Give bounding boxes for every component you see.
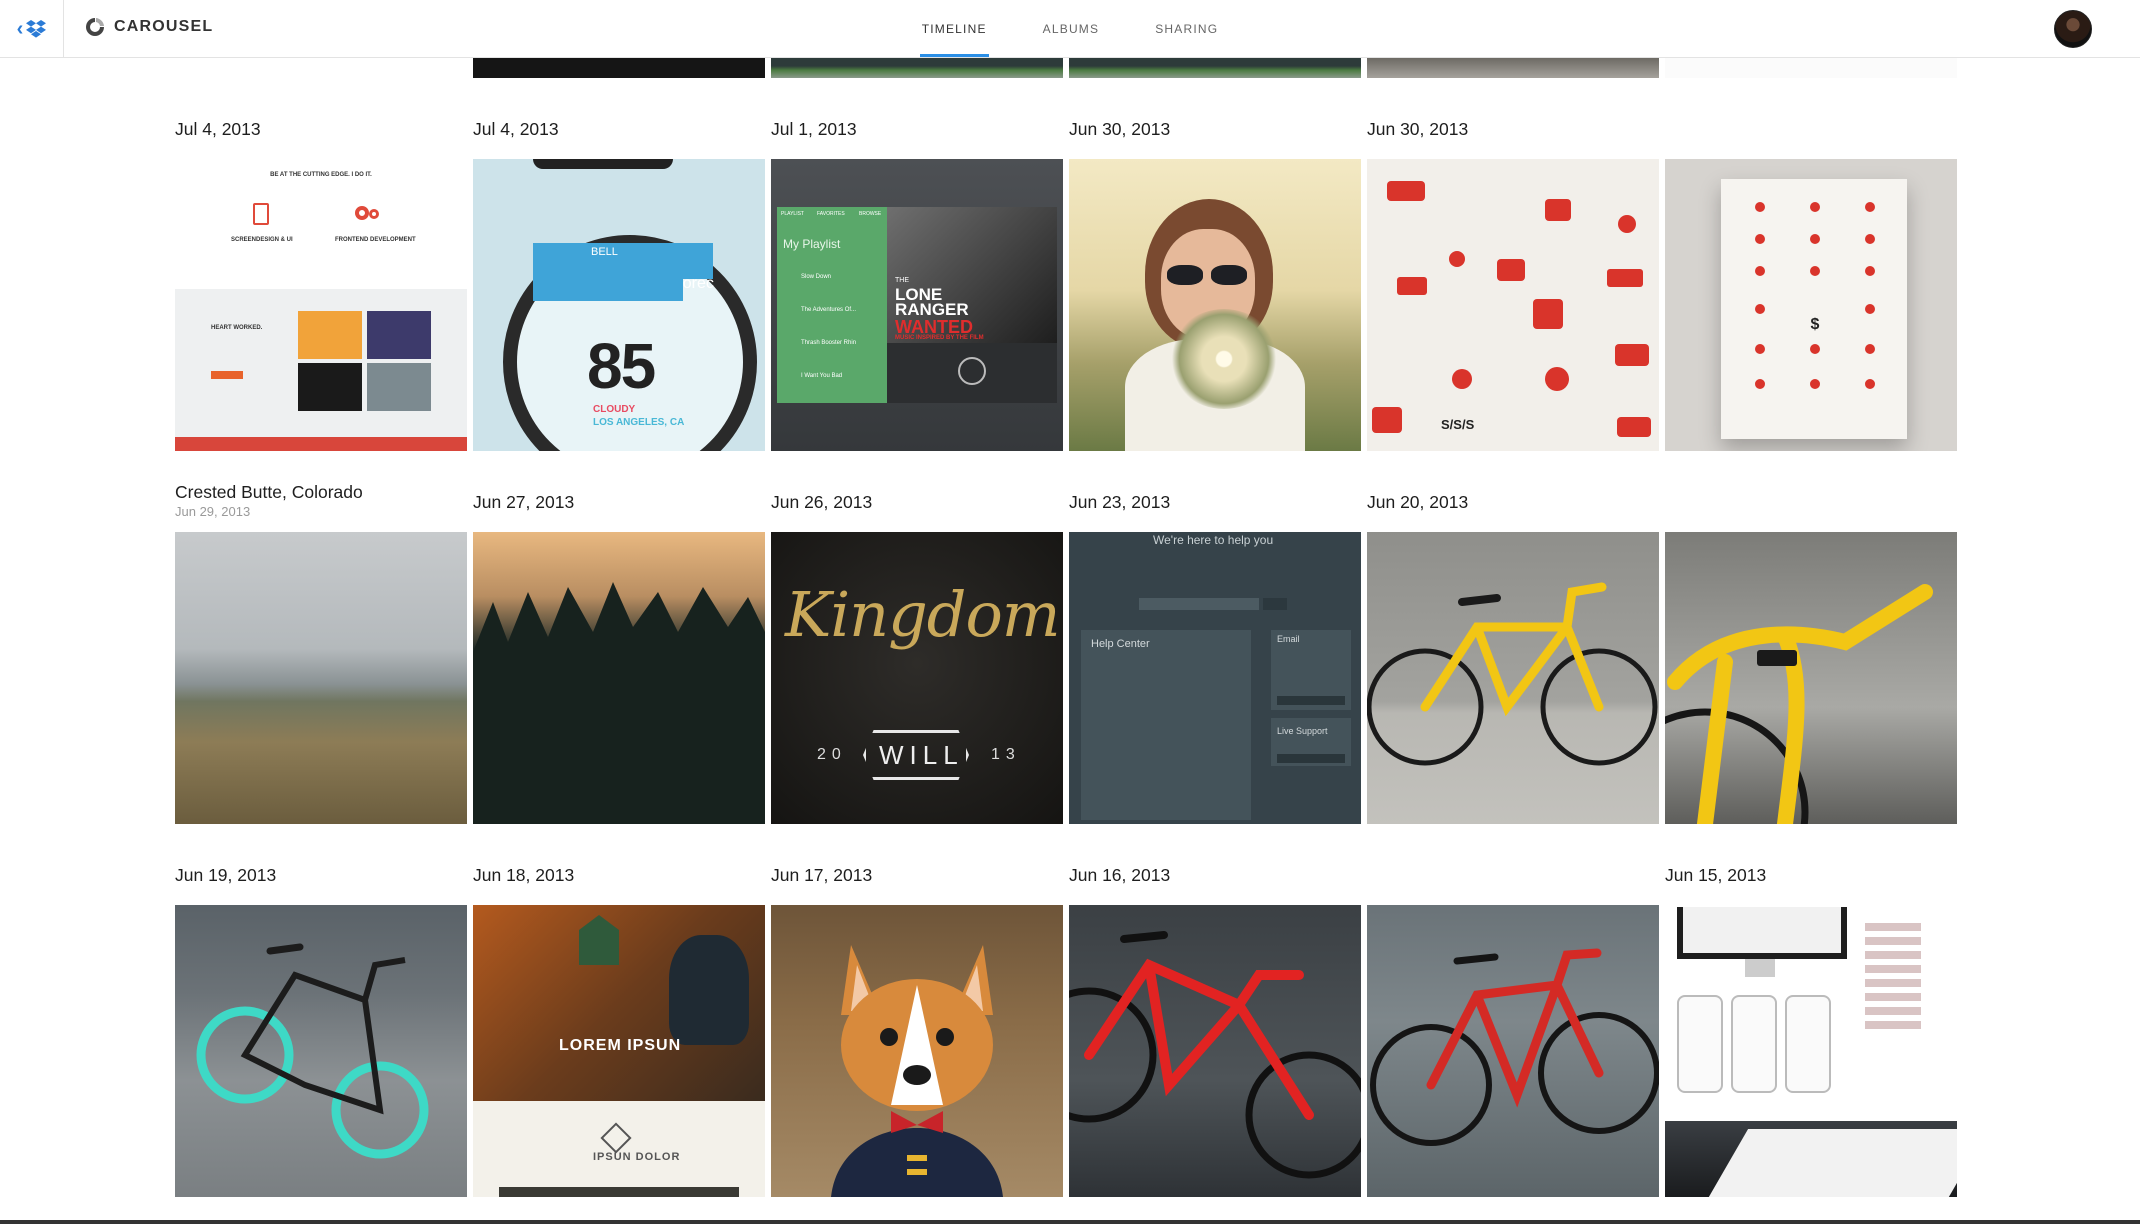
tab-sharing[interactable]: SHARING <box>1153 0 1220 57</box>
photo-partial[interactable] <box>1367 58 1659 78</box>
photo-help-center-ui[interactable]: We're here to help you Help Center Email… <box>1069 532 1361 824</box>
photo-corgi[interactable] <box>771 905 1063 1197</box>
photo-partial[interactable] <box>1665 58 1957 78</box>
photo-text: 13 <box>991 746 1021 763</box>
photo-kingdom-lettering[interactable]: Kingdom WILL 20 13 <box>771 532 1063 824</box>
corgi-graphic <box>831 945 1003 1197</box>
photo-text: Email <box>1277 634 1300 644</box>
tab-timeline-label: TIMELINE <box>921 21 987 36</box>
photo-text: BELL <box>591 246 618 258</box>
red-bike-graphic <box>1069 931 1361 1179</box>
photo-partial[interactable] <box>1069 58 1361 78</box>
photo-text: SCREENDESIGN & UI <box>231 237 293 243</box>
photo-partial[interactable] <box>473 58 765 78</box>
photo-text: The Adventures Of... <box>801 307 857 313</box>
red-bike-parked-graphic <box>1370 948 1659 1146</box>
back-to-dropbox-button[interactable]: ‹ <box>0 0 64 57</box>
tab-sharing-label: SHARING <box>1155 21 1219 36</box>
carousel-logo-icon <box>86 18 104 36</box>
chevron-left-icon: ‹ <box>16 17 24 40</box>
photo-yellow-bike[interactable] <box>1367 532 1659 824</box>
photo-text: My Playlist <box>783 237 841 251</box>
photo-lorem-ipsun-site[interactable]: LOREM IPSUN IPSUN DOLOR <box>473 905 765 1197</box>
carousel-brand[interactable]: CAROUSEL <box>84 16 213 38</box>
photo-text: I Want You Bad <box>801 373 843 379</box>
photo-text: HEART WORKED. <box>211 325 263 331</box>
bottom-border <box>0 1220 2140 1224</box>
photo-partial[interactable] <box>771 58 1063 78</box>
photo-red-bike[interactable] <box>1069 905 1361 1197</box>
group-date: Jun 15, 2013 <box>1665 865 1767 885</box>
top-bar: ‹ CAROUSEL TIMELINE ALBUMS SHARING <box>0 0 2140 58</box>
photo-text: BE AT THE CUTTING EDGE. I DO IT. <box>270 172 372 178</box>
photo-logo-poster[interactable]: $ <box>1665 159 1957 451</box>
group-date: Jun 18, 2013 <box>473 865 575 885</box>
tab-timeline[interactable]: TIMELINE <box>919 0 989 57</box>
photo-text: Thrash Booster Rhin <box>801 340 857 346</box>
photo-text: THE <box>895 277 909 284</box>
photo-website-mockup[interactable]: BE AT THE CUTTING EDGE. I DO IT. SCREEND… <box>175 159 467 451</box>
photo-girl-sunglasses[interactable] <box>1069 159 1361 451</box>
group-date: Jun 17, 2013 <box>771 865 873 885</box>
group-date: Jun 19, 2013 <box>175 865 277 885</box>
bike-detail-graphic <box>1665 584 1933 824</box>
photo-text: S/S/S <box>1441 417 1475 432</box>
group-date: Jun 30, 2013 <box>1069 119 1171 139</box>
photo-text: 85 <box>587 330 656 402</box>
group-date: Jun 26, 2013 <box>771 492 873 512</box>
photo-text: Kingdom <box>785 578 1061 651</box>
photo-text: 20 <box>817 746 847 763</box>
group-date: Jun 23, 2013 <box>1069 492 1171 512</box>
group-date: Jun 20, 2013 <box>1367 492 1469 512</box>
logo-sheet-graphic <box>1372 181 1651 437</box>
group-place: Crested Butte, Colorado <box>175 482 363 502</box>
photo-text: We're here to help you <box>1153 533 1274 547</box>
user-avatar[interactable] <box>2054 10 2092 48</box>
tab-albums[interactable]: ALBUMS <box>1041 0 1102 57</box>
group-date: Jul 4, 2013 <box>473 119 559 139</box>
photo-text: Help Center <box>1091 638 1150 650</box>
group-date: Jul 4, 2013 <box>175 119 261 139</box>
photo-music-player[interactable]: PLAYLIST FAVORITES BROWSE My Playlist Sl… <box>771 159 1063 451</box>
tab-albums-label: ALBUMS <box>1042 21 1100 36</box>
photo-weather-app[interactable]: BELL Forec 85 CLOUDY LOS ANGELES, CA <box>473 159 765 451</box>
photo-standard-issue-logos[interactable]: S/S/S <box>1367 159 1659 451</box>
photo-text: Slow Down <box>801 274 832 280</box>
photo-text: Live Support <box>1277 726 1328 736</box>
photo-text: FRONTEND DEVELOPMENT <box>335 237 416 243</box>
photo-text: LONE RANGER <box>895 285 969 319</box>
group-date: Jun 30, 2013 <box>1367 119 1469 139</box>
photo-text: LOS ANGELES, CA <box>593 417 685 428</box>
photo-text: FAVORITES <box>817 211 845 217</box>
teal-bike-graphic <box>196 943 429 1159</box>
photo-mountain-valley[interactable] <box>175 532 467 824</box>
photo-forest[interactable] <box>473 532 765 824</box>
photo-text: CLOUDY <box>593 404 636 415</box>
dropbox-icon <box>26 19 47 38</box>
photo-text: IPSUN DOLOR <box>593 1151 681 1163</box>
photo-text: PLAYLIST <box>781 211 804 217</box>
photo-text: MUSIC INSPIRED BY THE FILM <box>895 335 984 341</box>
photo-text: BROWSE <box>859 211 882 217</box>
app-name: CAROUSEL <box>114 18 214 35</box>
svg-text:$: $ <box>1811 316 1820 333</box>
photo-responsive-mockups[interactable] <box>1665 905 1957 1197</box>
photo-red-bike-parked[interactable] <box>1367 905 1659 1197</box>
main-nav: TIMELINE ALBUMS SHARING <box>0 0 2140 57</box>
poster-graphic: $ <box>1755 202 1875 389</box>
group-date: Jun 29, 2013 <box>175 504 251 519</box>
photo-text: LOREM IPSUN <box>559 1037 682 1054</box>
photo-text: WILL <box>879 740 964 770</box>
group-date: Jun 27, 2013 <box>473 492 575 512</box>
photo-teal-bike[interactable] <box>175 905 467 1197</box>
forest-graphic <box>473 582 765 824</box>
photo-yellow-bike-detail[interactable] <box>1665 532 1957 824</box>
group-date: Jul 1, 2013 <box>771 119 857 139</box>
bike-graphic <box>1367 582 1658 766</box>
group-date: Jun 16, 2013 <box>1069 865 1171 885</box>
